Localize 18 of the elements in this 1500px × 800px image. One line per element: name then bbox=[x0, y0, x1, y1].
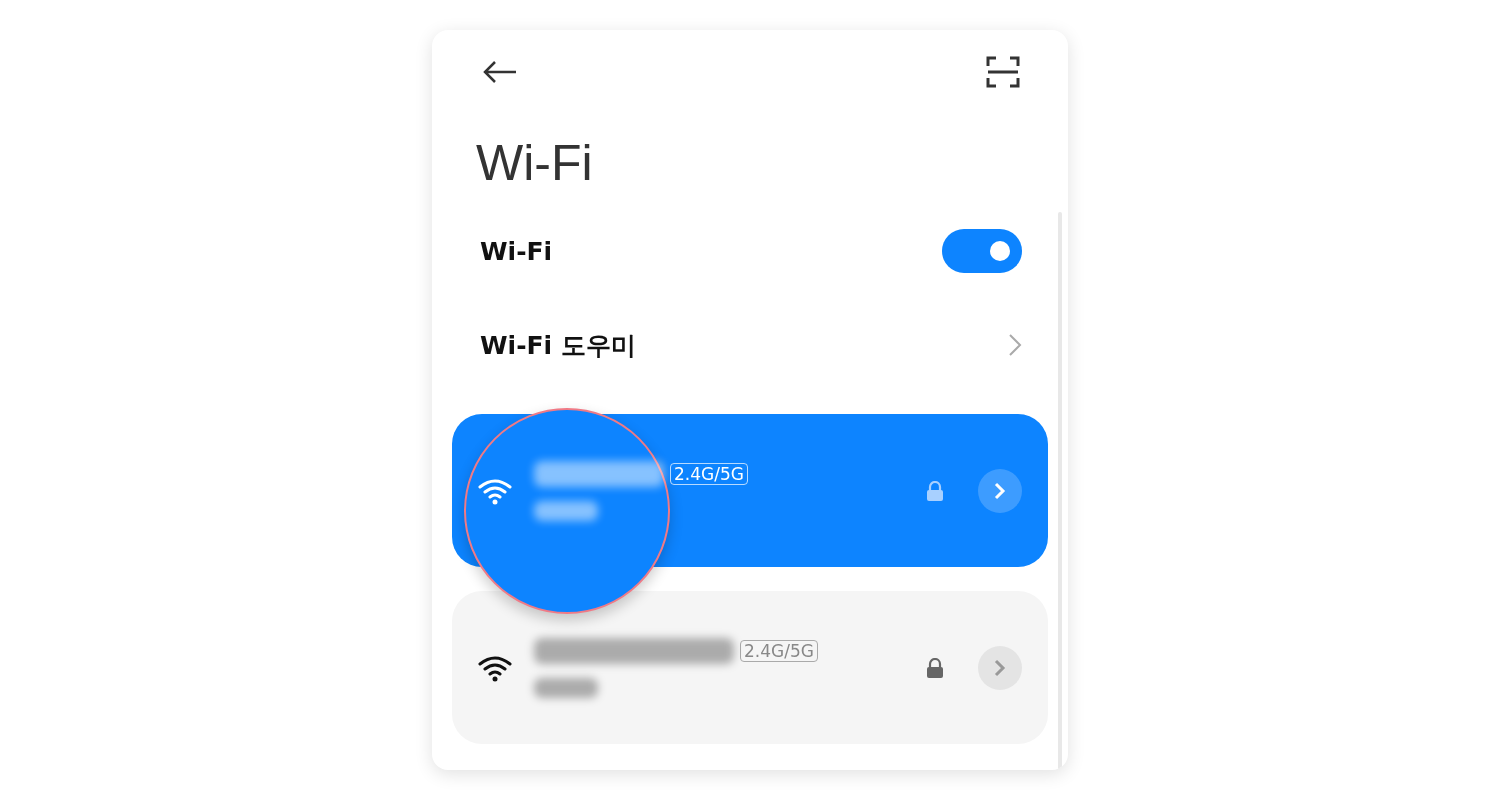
wifi-toggle[interactable] bbox=[942, 229, 1022, 273]
details-button[interactable] bbox=[978, 468, 1022, 513]
wifi-signal-icon bbox=[478, 476, 512, 505]
setting-label: Wi-Fi 도우미 bbox=[480, 329, 636, 362]
details-button[interactable] bbox=[978, 645, 1022, 690]
chevron-right-icon bbox=[994, 481, 1006, 500]
blurred-status bbox=[534, 500, 598, 521]
page-title: Wi-Fi bbox=[476, 134, 594, 193]
band-tag: 2.4G/5G bbox=[740, 639, 818, 662]
setting-label: Wi-Fi bbox=[480, 236, 553, 266]
wifi-signal-icon bbox=[478, 653, 512, 682]
band-tag: 2.4G/5G bbox=[670, 462, 748, 485]
blurred-status bbox=[534, 677, 598, 698]
back-arrow-icon[interactable] bbox=[482, 60, 518, 84]
chevron-right-icon bbox=[994, 658, 1006, 677]
scan-icon[interactable] bbox=[986, 56, 1020, 88]
network-row[interactable]: 2.4G/5G bbox=[452, 591, 1048, 744]
chevron-right-icon[interactable] bbox=[1008, 333, 1022, 357]
